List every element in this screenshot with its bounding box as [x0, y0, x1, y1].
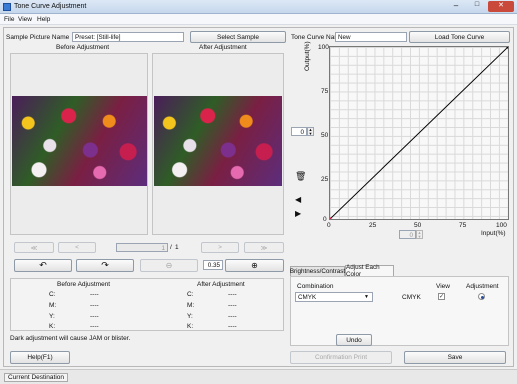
cmyk-row-label: CMYK: [402, 294, 421, 301]
arrow-right-icon: ▶: [295, 209, 302, 218]
menu-bar: File View Help: [0, 14, 517, 25]
tab-adjust-each-color[interactable]: Adjust Each Color: [345, 264, 394, 278]
view-checkbox[interactable]: ✓: [438, 293, 445, 300]
rotate-right-icon: ↷: [101, 260, 109, 270]
trash-icon: 🗑: [295, 171, 307, 181]
before-m-value: ----: [90, 302, 99, 309]
after-c-value: ----: [228, 291, 237, 298]
zoom-in-icon: ⊕: [251, 261, 258, 270]
last-page-button[interactable]: ≫: [244, 242, 284, 253]
y-axis-label: Output(%): [304, 41, 311, 71]
app-icon: [3, 3, 11, 11]
move-point-right-button[interactable]: ▶: [295, 209, 306, 219]
window-title: Tone Curve Adjustment: [14, 3, 87, 10]
after-y-value: ----: [228, 313, 237, 320]
combination-value: CMYK: [298, 294, 317, 301]
chevron-down-icon: ▼: [364, 294, 369, 300]
after-adjustment-label: After Adjustment: [199, 44, 247, 51]
undo-button[interactable]: Undo: [336, 334, 372, 346]
after-k-label: K:: [187, 323, 194, 330]
before-k-value: ----: [90, 323, 99, 330]
rotate-left-icon: ↶: [39, 260, 47, 270]
tone-curve-line[interactable]: [330, 47, 508, 219]
first-page-button[interactable]: ≪: [14, 242, 54, 253]
prev-page-button[interactable]: <: [58, 242, 96, 253]
menu-file[interactable]: File: [4, 16, 14, 23]
select-sample-button[interactable]: Select Sample: [190, 31, 286, 43]
rotate-right-button[interactable]: ↷: [76, 259, 134, 272]
view-column-label: View: [436, 283, 450, 290]
before-c-label: C:: [49, 291, 56, 298]
adjustment-column-label: Adjustment: [466, 283, 499, 290]
after-k-value: ----: [228, 323, 237, 330]
y-tick-25: 25: [321, 176, 329, 183]
output-spinner[interactable]: 0: [291, 127, 307, 136]
after-preview-image: [154, 96, 282, 186]
after-y-label: Y:: [187, 313, 193, 320]
after-preview-panel: [152, 53, 284, 235]
before-adjustment-label: Before Adjustment: [56, 44, 110, 51]
before-y-label: Y:: [49, 313, 55, 320]
save-button[interactable]: Save: [404, 351, 506, 364]
after-c-label: C:: [187, 291, 194, 298]
sample-picture-label: Sample Picture Name: [6, 34, 70, 41]
x-tick-0: 0: [327, 222, 331, 229]
before-k-label: K:: [49, 323, 56, 330]
move-point-left-button[interactable]: ◀: [295, 195, 306, 205]
x-tick-75: 75: [459, 222, 467, 229]
before-preview-image: [12, 96, 147, 186]
x-tick-50: 50: [414, 222, 422, 229]
tone-curve-graph[interactable]: [329, 46, 509, 220]
before-y-value: ----: [90, 313, 99, 320]
help-button[interactable]: Help(F1): [10, 351, 70, 364]
before-c-value: ----: [90, 291, 99, 298]
x-axis-label: Input(%): [481, 230, 506, 237]
combination-label: Combination: [297, 283, 334, 290]
tone-curve-name-field[interactable]: New: [335, 32, 407, 42]
minimize-button[interactable]: –: [446, 1, 466, 12]
rotate-left-button[interactable]: ↶: [14, 259, 72, 272]
confirmation-print-button[interactable]: Confirmation Print: [290, 351, 392, 364]
after-m-label: M:: [187, 302, 195, 309]
zoom-value-field[interactable]: 0.35: [203, 260, 223, 270]
current-destination-label: Current Destination: [4, 373, 68, 382]
maximize-button[interactable]: □: [467, 1, 487, 12]
load-tone-curve-button[interactable]: Load Tone Curve: [409, 31, 510, 43]
values-after-title: After Adjustment: [197, 281, 245, 288]
arrow-left-icon: ◀: [295, 195, 302, 204]
x-tick-25: 25: [369, 222, 377, 229]
values-before-title: Before Adjustment: [57, 281, 111, 288]
title-bar: Tone Curve Adjustment – □ ✕: [0, 0, 517, 14]
y-tick-50: 50: [321, 132, 329, 139]
output-spinner-arrows[interactable]: ▲ ▼: [307, 127, 314, 136]
tab-brightness-contrast[interactable]: Brightness/Contrast: [290, 266, 345, 276]
zoom-out-button[interactable]: ⊖: [140, 259, 198, 272]
before-m-label: M:: [49, 302, 57, 309]
combination-select[interactable]: CMYK ▼: [295, 292, 373, 302]
page-separator: /: [170, 244, 172, 251]
page-number-field[interactable]: 1: [116, 243, 168, 252]
close-button[interactable]: ✕: [488, 1, 514, 12]
y-tick-75: 75: [321, 88, 329, 95]
zoom-out-icon: ⊖: [165, 261, 173, 270]
delete-point-button[interactable]: 🗑: [295, 171, 306, 182]
menu-view[interactable]: View: [18, 16, 32, 23]
zoom-in-button[interactable]: ⊕: [225, 259, 284, 272]
adjustment-radio[interactable]: [478, 293, 485, 300]
warning-text: Dark adjustment will cause JAM or bliste…: [10, 335, 131, 342]
before-preview-panel: [10, 53, 148, 235]
input-spinner[interactable]: 0: [399, 230, 416, 239]
after-m-value: ----: [228, 302, 237, 309]
input-spinner-arrows[interactable]: ▲ ▼: [416, 230, 423, 239]
menu-help[interactable]: Help: [37, 16, 50, 23]
status-bar: Current Destination: [0, 369, 517, 384]
x-tick-100: 100: [496, 222, 507, 229]
page-total: 1: [175, 244, 179, 251]
y-tick-100: 100: [318, 44, 329, 51]
sample-picture-field[interactable]: Preset: [Still-life]: [72, 32, 184, 42]
next-page-button[interactable]: >: [201, 242, 239, 253]
